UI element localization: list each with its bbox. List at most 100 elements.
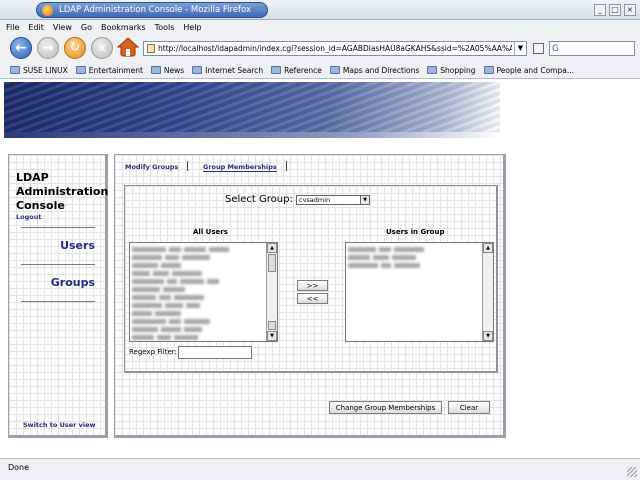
folder-icon: [271, 66, 282, 74]
main-panel: Modify Groups Group Memberships Select G…: [114, 154, 506, 438]
folder-icon: [427, 66, 438, 74]
divider: [21, 264, 95, 265]
list-item[interactable]: [132, 325, 265, 332]
reload-icon[interactable]: ↻: [64, 37, 86, 59]
users-in-group-list[interactable]: ▲ ▼: [345, 242, 494, 342]
switch-to-user-view-link[interactable]: Switch to User view: [23, 421, 96, 429]
menu-edit[interactable]: Edit: [28, 23, 44, 32]
status-text: Done: [8, 463, 30, 472]
all-users-scrollbar[interactable]: ▲ ▼: [266, 243, 277, 341]
scroll-up-icon[interactable]: ▲: [483, 243, 493, 253]
menu-go[interactable]: Go: [81, 23, 92, 32]
chevron-down-icon[interactable]: ▼: [360, 196, 369, 204]
divider: [21, 227, 95, 228]
tab-group-memberships[interactable]: Group Memberships: [203, 163, 277, 172]
list-item[interactable]: [132, 301, 265, 308]
bookmark-item[interactable]: Maps and Directions: [329, 66, 419, 75]
menu-bookmarks[interactable]: Bookmarks: [101, 23, 146, 32]
window-title-bar: LDAP Administration Console - Mozilla Fi…: [0, 0, 640, 20]
folder-icon: [150, 66, 161, 74]
bookmark-item[interactable]: Internet Search: [192, 66, 263, 75]
all-users-title: All Users: [193, 228, 228, 236]
url-history-dropdown-icon[interactable]: ▼: [514, 42, 526, 55]
tab-modify-groups[interactable]: Modify Groups: [125, 163, 178, 171]
folder-icon: [10, 66, 20, 74]
tab-divider: [286, 161, 287, 171]
folder-icon: [483, 66, 494, 74]
list-item[interactable]: [132, 333, 265, 340]
stop-icon[interactable]: ×: [91, 37, 113, 59]
bookmark-item[interactable]: People and Compa...: [483, 66, 574, 75]
bookmark-item[interactable]: News: [150, 66, 184, 75]
list-item[interactable]: [132, 245, 265, 252]
sidebar-item-users[interactable]: Users: [60, 239, 95, 252]
group-membership-form: Select Group: cvsadmin ▼ All Users Users…: [124, 185, 498, 373]
scroll-up-icon[interactable]: ▲: [267, 243, 277, 253]
address-bar[interactable]: ▼: [143, 41, 527, 56]
folder-icon: [192, 66, 203, 74]
page-icon: [147, 44, 155, 53]
url-input[interactable]: [158, 42, 512, 55]
home-icon[interactable]: [117, 36, 139, 58]
list-item[interactable]: [348, 261, 481, 268]
list-item[interactable]: [348, 253, 481, 260]
scroll-down-icon[interactable]: ▼: [267, 331, 277, 341]
divider: [21, 301, 95, 302]
page-content: LDAP Administration Console Logout Users…: [0, 80, 640, 458]
all-users-list[interactable]: ▲ ▼: [129, 242, 278, 342]
list-item[interactable]: [348, 245, 481, 252]
minimize-icon[interactable]: _: [594, 4, 606, 16]
close-icon[interactable]: ×: [624, 4, 636, 16]
regexp-filter-input[interactable]: [178, 346, 252, 359]
folder-icon: [75, 66, 86, 74]
logout-link[interactable]: Logout: [16, 213, 41, 221]
bookmark-item[interactable]: SUSE LINUX: [10, 66, 68, 75]
list-item[interactable]: [132, 317, 265, 324]
remove-from-group-button[interactable]: <<: [297, 293, 328, 304]
regexp-filter-label: Regexp Filter:: [129, 348, 177, 356]
forward-arrow-icon[interactable]: →: [37, 37, 59, 59]
bookmark-item[interactable]: Entertainment: [75, 66, 143, 75]
maximize-icon[interactable]: □: [609, 4, 621, 16]
add-to-group-button[interactable]: >>: [297, 280, 328, 291]
scroll-down-icon[interactable]: ▼: [483, 331, 493, 341]
users-in-group-title: Users in Group: [386, 228, 445, 236]
firefox-icon: [42, 5, 53, 16]
bookmark-item[interactable]: Reference: [271, 66, 322, 75]
select-group-label: Select Group:: [225, 194, 293, 205]
search-bar[interactable]: G: [549, 41, 635, 56]
tab-divider: [187, 161, 188, 171]
clear-button[interactable]: Clear: [448, 401, 490, 414]
bookmarks-toolbar: SUSE LINUX Entertainment News Internet S…: [0, 62, 640, 79]
menu-bar: File Edit View Go Bookmarks Tools Help: [0, 20, 640, 34]
users-in-group-scrollbar[interactable]: ▲ ▼: [482, 243, 493, 341]
sidebar-item-groups[interactable]: Groups: [51, 276, 95, 289]
navigation-toolbar: ← → ↻ × ▼ G: [0, 34, 640, 62]
list-item[interactable]: [132, 277, 265, 284]
folder-icon: [329, 66, 340, 74]
list-item[interactable]: [132, 293, 265, 300]
menu-view[interactable]: View: [53, 23, 72, 32]
scroll-thumb-lower[interactable]: [268, 321, 276, 330]
go-icon[interactable]: [533, 43, 544, 54]
list-item[interactable]: [132, 309, 265, 316]
scroll-thumb[interactable]: [268, 254, 276, 272]
bookmark-item[interactable]: Shopping: [427, 66, 476, 75]
header-banner: [4, 82, 500, 138]
list-item[interactable]: [132, 269, 265, 276]
resize-grip-icon[interactable]: [627, 467, 637, 477]
sidebar: LDAP Administration Console Logout Users…: [8, 154, 108, 438]
window-title: LDAP Administration Console - Mozilla Fi…: [59, 5, 252, 15]
list-item[interactable]: [132, 253, 265, 260]
back-arrow-icon[interactable]: ←: [10, 37, 32, 59]
list-item[interactable]: [132, 261, 265, 268]
menu-tools[interactable]: Tools: [155, 23, 175, 32]
search-engine-icon[interactable]: G: [552, 44, 559, 54]
menu-file[interactable]: File: [6, 23, 19, 32]
app-title: LDAP Administration Console: [16, 171, 109, 212]
group-select[interactable]: cvsadmin ▼: [296, 195, 370, 205]
change-group-memberships-button[interactable]: Change Group Memberships: [329, 401, 442, 414]
menu-help[interactable]: Help: [183, 23, 201, 32]
window-title-pill: LDAP Administration Console - Mozilla Fi…: [36, 2, 268, 18]
list-item[interactable]: [132, 285, 265, 292]
